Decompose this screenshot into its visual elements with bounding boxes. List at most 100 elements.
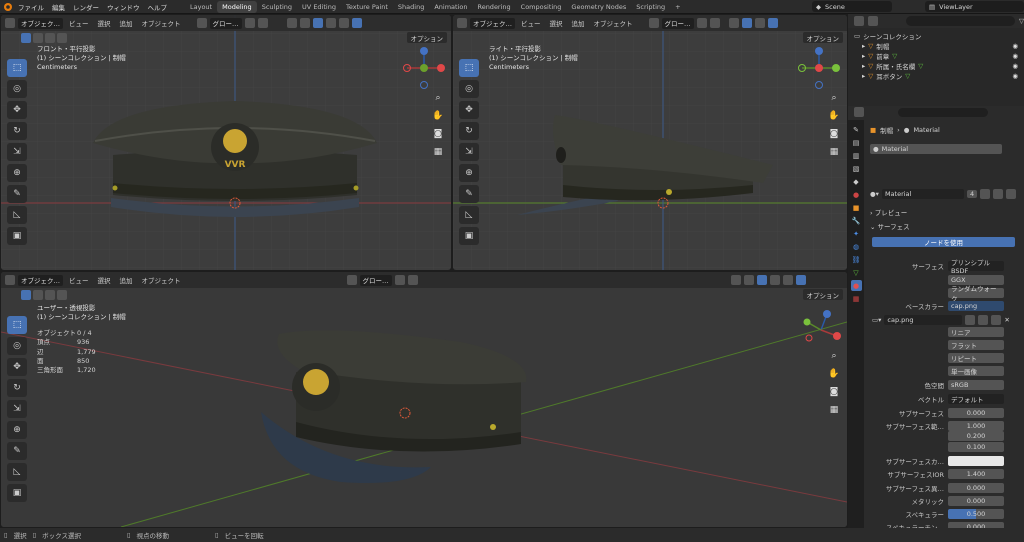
property-field[interactable]: ランダムウォーク xyxy=(948,285,1004,303)
annotate-tool-icon[interactable]: ✎ xyxy=(7,442,27,460)
tab-rendering[interactable]: Rendering xyxy=(472,1,515,13)
shading-solid-icon[interactable] xyxy=(338,18,349,28)
property-field[interactable]: 0.100 xyxy=(948,442,1004,452)
world-tab-icon[interactable]: ● xyxy=(851,189,862,200)
eye-icon[interactable]: ◉ xyxy=(1012,62,1018,70)
navigation-gizmo[interactable] xyxy=(402,46,446,90)
tab-compositing[interactable]: Compositing xyxy=(516,1,567,13)
select-invert-icon[interactable] xyxy=(57,33,67,43)
zoom-icon[interactable]: ⌕ xyxy=(827,91,841,105)
measure-tool-icon[interactable]: ◺ xyxy=(7,206,27,224)
camera-icon[interactable]: ◙ xyxy=(827,127,841,141)
transform-orientation-icon[interactable] xyxy=(346,275,357,285)
navigation-gizmo[interactable] xyxy=(797,46,841,90)
navigation-gizmo[interactable] xyxy=(799,308,843,352)
expand-icon[interactable]: ▸ xyxy=(862,52,865,60)
surface-panel-header[interactable]: ⌄ サーフェス xyxy=(870,221,910,231)
scale-tool-icon[interactable]: ⇲ xyxy=(459,143,479,161)
expand-icon[interactable]: ▸ xyxy=(862,72,865,80)
tab-texture-paint[interactable]: Texture Paint xyxy=(341,1,393,13)
object-menu[interactable]: オブジェクト xyxy=(591,18,636,28)
scene-selector[interactable]: ◆ Scene xyxy=(812,1,892,12)
shading-solid-icon[interactable] xyxy=(782,275,793,285)
transform-tool-icon[interactable]: ⊕ xyxy=(7,421,27,439)
pan-hand-icon[interactable]: ✋ xyxy=(827,367,841,381)
expand-icon[interactable]: ▸ xyxy=(862,42,865,50)
tool-tab-icon[interactable]: ✎ xyxy=(851,124,862,135)
viewport-user[interactable]: オブジェク… ビュー 選択 追加 オブジェクト グロー… オプション ユーザー・… xyxy=(1,272,847,527)
property-field[interactable]: 0.000 xyxy=(948,483,1004,493)
mode-dropdown[interactable]: オブジェク… xyxy=(470,17,515,29)
proportional-edit-icon[interactable] xyxy=(709,18,720,28)
overlay-icon[interactable] xyxy=(756,275,767,285)
list-item[interactable]: ▸ ▽ 耳ボタン ▽ ◉ xyxy=(854,71,1018,81)
select-menu[interactable]: 選択 xyxy=(95,18,114,28)
menu-render[interactable]: レンダー xyxy=(69,2,103,12)
proportional-edit-icon[interactable] xyxy=(407,275,418,285)
transform-tool-icon[interactable]: ⊕ xyxy=(7,164,27,182)
editor-type-icon[interactable] xyxy=(5,275,15,285)
eye-icon[interactable]: ◉ xyxy=(1012,52,1018,60)
snap-icon[interactable] xyxy=(244,18,255,28)
image-browse-icon[interactable]: ▭▾ xyxy=(872,316,881,324)
properties-search-input[interactable] xyxy=(898,107,988,117)
perspective-grid-icon[interactable]: ▦ xyxy=(431,145,445,159)
select-box-tool-icon[interactable]: ⬚ xyxy=(7,316,27,334)
global-dropdown[interactable]: グロー… xyxy=(359,274,392,286)
select-menu[interactable]: 選択 xyxy=(95,275,114,285)
view-menu[interactable]: ビュー xyxy=(518,18,544,28)
pan-hand-icon[interactable]: ✋ xyxy=(827,109,841,123)
property-field[interactable]: フラット xyxy=(948,340,1004,350)
select-extend-icon[interactable] xyxy=(33,33,43,43)
fake-user-icon[interactable] xyxy=(980,188,991,199)
cursor-tool-icon[interactable]: ◎ xyxy=(459,80,479,98)
preview-panel-header[interactable]: › プレビュー xyxy=(870,207,907,217)
select-new-icon[interactable] xyxy=(21,33,31,43)
tab-animation[interactable]: Animation xyxy=(429,1,472,13)
property-field[interactable]: 0.000 xyxy=(948,408,1004,418)
move-tool-icon[interactable]: ✥ xyxy=(7,358,27,376)
tab-layout[interactable]: Layout xyxy=(185,1,217,13)
select-extend-icon[interactable] xyxy=(33,290,43,300)
xray-icon[interactable] xyxy=(769,275,780,285)
property-field[interactable] xyxy=(948,456,1004,466)
options-dropdown[interactable]: オプション xyxy=(802,289,843,300)
measure-tool-icon[interactable]: ◺ xyxy=(7,463,27,481)
render-tab-icon[interactable]: ▤ xyxy=(851,137,862,148)
cursor-tool-icon[interactable]: ◎ xyxy=(7,337,27,355)
output-tab-icon[interactable]: ▥ xyxy=(851,150,862,161)
rotate-tool-icon[interactable]: ↻ xyxy=(7,379,27,397)
zoom-icon[interactable]: ⌕ xyxy=(827,349,841,363)
use-nodes-button[interactable]: ノードを使用 xyxy=(872,237,1015,247)
visibility-icon[interactable] xyxy=(286,18,297,28)
view-layer-selector[interactable]: ▤ ViewLayer xyxy=(925,1,1024,12)
add-cube-tool-icon[interactable]: ▣ xyxy=(7,227,27,245)
shading-material-icon[interactable] xyxy=(767,18,778,28)
outliner-search-input[interactable] xyxy=(905,16,1015,26)
rotate-tool-icon[interactable]: ↻ xyxy=(7,122,27,140)
scene-collection-row[interactable]: ▭ シーンコレクション xyxy=(854,31,1018,41)
duplicate-icon[interactable] xyxy=(993,188,1004,199)
overlay-icon[interactable] xyxy=(312,18,323,28)
tab-geometry-nodes[interactable]: Geometry Nodes xyxy=(566,1,631,13)
property-field[interactable]: 0.200 xyxy=(948,431,1004,441)
modifier-tab-icon[interactable]: 🔧 xyxy=(851,215,862,226)
move-tool-icon[interactable]: ✥ xyxy=(459,101,479,119)
global-dropdown[interactable]: グロー… xyxy=(209,17,242,29)
constraints-tab-icon[interactable]: ⛓ xyxy=(851,254,862,265)
options-dropdown[interactable]: オプション xyxy=(406,32,447,43)
editor-type-icon[interactable] xyxy=(854,16,864,26)
snap-icon[interactable] xyxy=(696,18,707,28)
add-menu[interactable]: 追加 xyxy=(569,18,588,28)
xray-icon[interactable] xyxy=(325,18,336,28)
select-invert-icon[interactable] xyxy=(57,290,67,300)
image-name-field[interactable]: cap.png xyxy=(884,315,963,325)
editor-type-icon[interactable] xyxy=(5,18,15,28)
material-users-count[interactable]: 4 xyxy=(966,189,978,198)
perspective-grid-icon[interactable]: ▦ xyxy=(827,145,841,159)
camera-icon[interactable]: ◙ xyxy=(827,385,841,399)
property-field[interactable]: 1.400 xyxy=(948,469,1004,479)
list-item[interactable]: ▸ ▽ 制帽 ◉ xyxy=(854,41,1018,51)
property-field[interactable]: 0.500 xyxy=(948,509,1004,519)
tab-modeling[interactable]: Modeling xyxy=(217,0,257,13)
